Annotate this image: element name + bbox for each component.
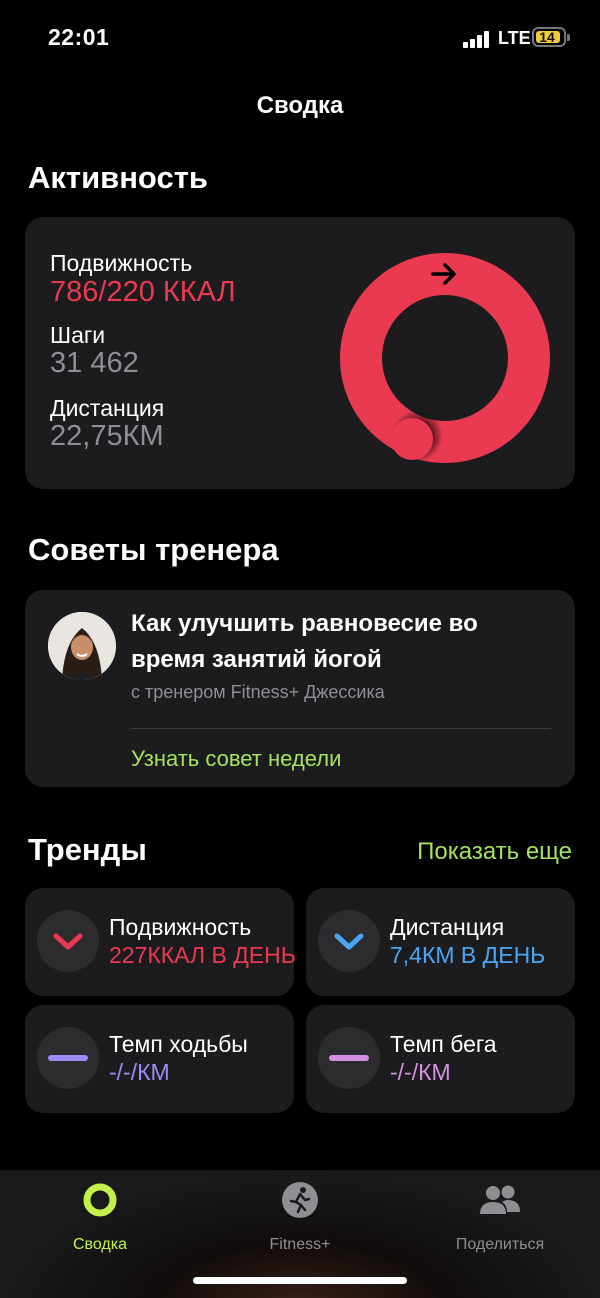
- trend-value: -/-/КМ: [109, 1059, 170, 1085]
- activity-section-title: Активность: [28, 160, 208, 195]
- tab-label: Сводка: [72, 1236, 127, 1253]
- status-bar: 22:01 LTE 14: [0, 0, 600, 80]
- divider: [131, 728, 551, 729]
- distance-value: 22,75КМ: [50, 420, 164, 452]
- dash-icon: [48, 1055, 88, 1061]
- trend-value: 227ККАЛ В ДЕНЬ: [109, 942, 296, 968]
- trend-card-move[interactable]: Подвижность 227ККАЛ В ДЕНЬ: [25, 888, 296, 996]
- trend-card-distance[interactable]: Дистанция 7,4КМ В ДЕНЬ: [306, 888, 575, 996]
- steps-value: 31 462: [50, 347, 139, 379]
- trend-label: Темп ходьбы: [109, 1031, 248, 1057]
- trend-card-run-pace[interactable]: Темп бега -/-/КМ: [306, 1005, 575, 1113]
- home-indicator[interactable]: [193, 1277, 407, 1284]
- tab-fitness-plus[interactable]: Fitness+: [200, 1181, 400, 1254]
- battery-level: 14: [539, 29, 555, 45]
- move-label: Подвижность: [50, 250, 193, 276]
- runner-icon: [282, 1182, 318, 1218]
- trend-icon-bg: [37, 1027, 99, 1089]
- trend-value: 7,4КМ В ДЕНЬ: [390, 942, 546, 968]
- ring-tip: [391, 418, 433, 460]
- trends-section-title: Тренды: [28, 832, 147, 867]
- distance-label: Дистанция: [50, 395, 165, 421]
- dash-icon: [329, 1055, 369, 1061]
- trend-label: Дистанция: [390, 914, 505, 940]
- tab-label: Fitness+: [269, 1236, 331, 1253]
- coach-tip-subtitle: с тренером Fitness+ Джессика: [131, 682, 385, 702]
- battery-cap: [567, 34, 570, 41]
- coach-tip-title: Как улучшить равновесие во время занятий…: [131, 610, 478, 673]
- tab-sharing[interactable]: Поделиться: [400, 1181, 600, 1254]
- signal-icon: [463, 30, 495, 48]
- network-type: LTE: [498, 28, 531, 48]
- tab-summary[interactable]: Сводка: [0, 1181, 200, 1254]
- trend-label: Подвижность: [109, 914, 252, 940]
- coach-section-title: Советы тренера: [28, 532, 279, 567]
- ring-track: [340, 253, 550, 463]
- steps-label: Шаги: [50, 322, 106, 348]
- show-more-link[interactable]: Показать еще: [417, 838, 572, 866]
- tab-label: Поделиться: [455, 1236, 545, 1253]
- chevron-down-icon: [53, 933, 83, 950]
- people-icon: [480, 1185, 520, 1214]
- trend-icon-bg: [37, 910, 99, 972]
- trend-card-walk-pace[interactable]: Темп ходьбы -/-/КМ: [25, 1005, 294, 1113]
- activity-ring-icon: [83, 1183, 117, 1217]
- coach-card[interactable]: Как улучшить равновесие во время занятий…: [25, 590, 575, 787]
- weekly-tip-link[interactable]: Узнать совет недели: [131, 746, 341, 772]
- trend-icon-bg: [318, 1027, 380, 1089]
- trend-icon-bg: [318, 910, 380, 972]
- status-time: 22:01: [48, 24, 110, 50]
- move-value: 786/220 ККАЛ: [50, 276, 236, 308]
- trend-value: -/-/КМ: [390, 1059, 451, 1085]
- activity-ring: [340, 253, 550, 463]
- coach-avatar: [48, 612, 116, 680]
- page-title: Сводка: [256, 92, 344, 119]
- activity-card[interactable]: Подвижность 786/220 ККАЛ Шаги 31 462 Дис…: [25, 217, 575, 489]
- trend-label: Темп бега: [390, 1031, 497, 1057]
- chevron-down-icon: [334, 933, 364, 950]
- battery-icon: 14: [532, 27, 566, 47]
